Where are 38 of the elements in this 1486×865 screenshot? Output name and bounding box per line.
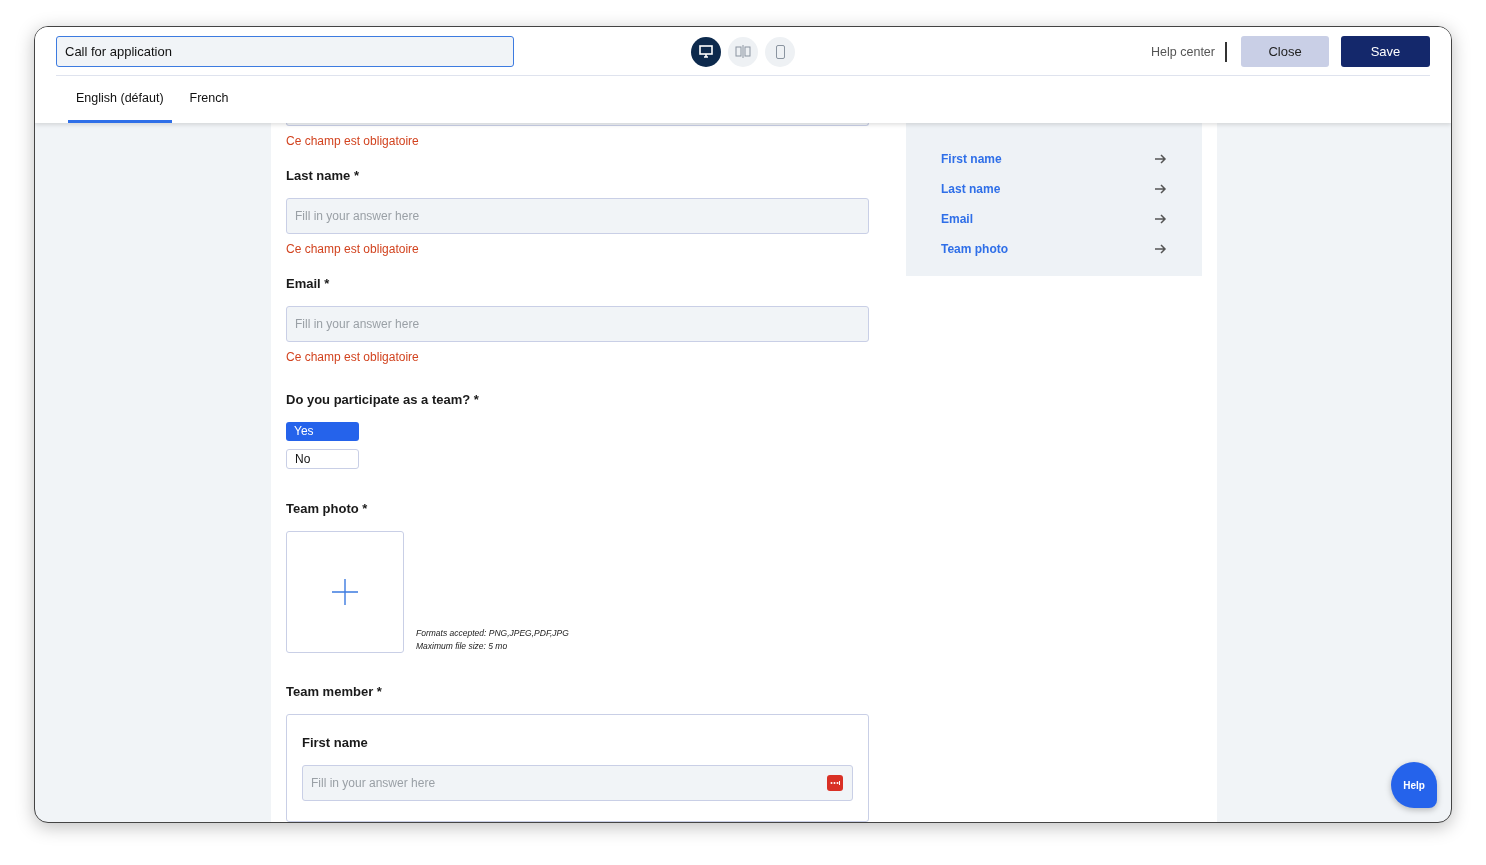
view-mode-button[interactable] xyxy=(691,36,721,67)
error-message: Ce champ est obligatoire xyxy=(286,349,420,364)
field-label: Last name * xyxy=(286,167,360,184)
split-view-icon xyxy=(735,45,751,58)
title-field[interactable]: Call for application xyxy=(56,36,514,67)
upload-button[interactable] xyxy=(286,531,404,653)
option-button[interactable]: Yes xyxy=(286,421,359,442)
save-button[interactable]: Save xyxy=(1341,36,1430,67)
arrow-right-icon xyxy=(1155,243,1167,254)
language-tab[interactable]: English (défaut) xyxy=(68,76,172,123)
error-message: Ce champ est obligatoire xyxy=(286,241,420,256)
question-label: Do you participate as a team? * xyxy=(286,391,480,408)
missing-field-link[interactable]: Team photo xyxy=(941,240,1167,257)
help-button[interactable]: Help xyxy=(1391,762,1437,808)
arrow-right-icon xyxy=(1155,183,1167,194)
arrow-right-icon xyxy=(1155,213,1167,224)
language-tab[interactable]: French xyxy=(181,76,237,123)
plus-icon xyxy=(331,578,359,606)
input-field[interactable]: Fill in your answer here xyxy=(286,197,869,234)
autofill-icon[interactable] xyxy=(827,775,843,791)
missing-field-link[interactable]: Email xyxy=(941,210,1167,227)
close-button[interactable]: Close xyxy=(1241,36,1329,67)
input-field[interactable]: Fill in your answer here xyxy=(286,305,869,342)
help-center-link[interactable]: Help center xyxy=(1151,41,1227,62)
field-label: Team photo * xyxy=(286,501,369,517)
option-button[interactable]: No xyxy=(286,449,359,469)
upload-hint: Formats accepted: PNG,JPEG,PDF,JPG xyxy=(416,627,569,640)
upload-hint: Maximum file size: 5 mo xyxy=(416,640,509,653)
field-label: First name xyxy=(302,735,369,751)
field-label: Email * xyxy=(286,275,331,292)
missing-field-link[interactable]: First name xyxy=(941,150,1167,167)
monitor-icon xyxy=(699,45,713,58)
missing-field-link[interactable]: Last name xyxy=(941,180,1167,197)
error-message: Ce champ est obligatoire xyxy=(286,133,420,148)
arrow-right-icon xyxy=(1155,153,1167,164)
input-field[interactable]: Fill in your answer here xyxy=(302,765,853,801)
field-label: Team member * xyxy=(286,684,383,700)
phone-icon xyxy=(775,44,785,59)
